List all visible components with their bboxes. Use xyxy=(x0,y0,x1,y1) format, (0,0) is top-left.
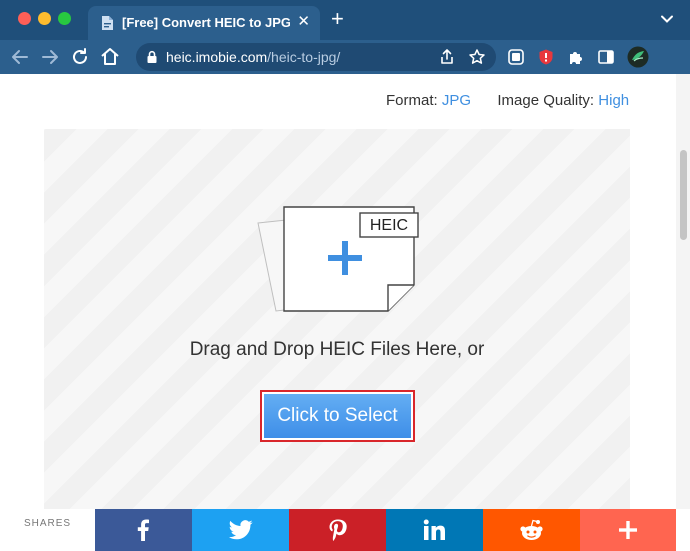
lock-icon[interactable] xyxy=(146,50,158,64)
address-bar[interactable]: heic.imobie.com/heic-to-jpg/ xyxy=(136,43,496,71)
facebook-icon xyxy=(137,519,149,541)
puzzle-extensions-icon[interactable] xyxy=(567,48,585,66)
file-drop-zone[interactable]: HEIC Drag and Drop HEIC Files Here, or C… xyxy=(44,129,630,509)
bookmark-star-icon[interactable] xyxy=(468,48,486,66)
heic-file-upload-icon: HEIC xyxy=(257,206,419,312)
linkedin-icon xyxy=(423,519,445,540)
browser-tab-bar: [Free] Convert HEIC to JPG/PN ✕ + xyxy=(0,0,690,40)
document-favicon-icon xyxy=(102,16,113,30)
browser-tab[interactable]: [Free] Convert HEIC to JPG/PN ✕ xyxy=(88,6,320,40)
url-path: /heic-to-jpg/ xyxy=(267,49,341,65)
plus-icon xyxy=(619,521,637,539)
page-content: Format: JPG Image Quality: High HEIC Dra… xyxy=(0,74,676,509)
new-tab-button[interactable]: + xyxy=(331,8,344,30)
share-twitter-button[interactable] xyxy=(192,509,289,551)
share-pinterest-button[interactable] xyxy=(289,509,386,551)
share-reddit-button[interactable] xyxy=(483,509,580,551)
pinterest-icon xyxy=(329,519,347,541)
share-page-icon[interactable] xyxy=(438,48,456,66)
image-quality-value-link[interactable]: High xyxy=(598,92,629,109)
shares-label: SHARES xyxy=(23,518,72,529)
side-panel-icon[interactable] xyxy=(597,48,615,66)
click-to-select-button[interactable]: Click to Select xyxy=(260,390,415,442)
url-text[interactable]: heic.imobie.com/heic-to-jpg/ xyxy=(166,49,340,65)
page-scrollbar[interactable] xyxy=(676,74,690,509)
tab-title: [Free] Convert HEIC to JPG/PN xyxy=(122,15,290,30)
extension-shield-icon[interactable] xyxy=(537,48,555,66)
minimize-window-button[interactable] xyxy=(38,12,51,25)
conversion-settings: Format: JPG Image Quality: High xyxy=(386,92,629,109)
scrollbar-thumb[interactable] xyxy=(680,150,687,240)
profile-avatar-icon[interactable] xyxy=(627,46,649,68)
share-linkedin-button[interactable] xyxy=(386,509,483,551)
home-icon[interactable] xyxy=(98,45,122,69)
heic-badge-label: HEIC xyxy=(370,217,408,234)
chevron-down-icon[interactable] xyxy=(660,12,674,26)
reddit-alien-icon xyxy=(520,519,543,540)
tab-close-button[interactable]: ✕ xyxy=(297,14,310,30)
format-label: Format: xyxy=(386,92,438,109)
social-share-bar: SHARES xyxy=(0,509,690,551)
share-facebook-button[interactable] xyxy=(95,509,192,551)
browser-toolbar: heic.imobie.com/heic-to-jpg/ xyxy=(0,40,690,74)
maximize-window-button[interactable] xyxy=(58,12,71,25)
url-domain: heic.imobie.com xyxy=(166,49,268,65)
drop-instructions: Drag and Drop HEIC Files Here, or xyxy=(189,339,485,360)
twitter-bird-icon xyxy=(229,520,253,540)
back-arrow-icon[interactable] xyxy=(8,45,32,69)
share-more-button[interactable] xyxy=(580,509,676,551)
format-value-link[interactable]: JPG xyxy=(442,92,471,109)
close-window-button[interactable] xyxy=(18,12,31,25)
extension-screen-icon[interactable] xyxy=(507,48,525,66)
click-to-select-label: Click to Select xyxy=(264,394,411,438)
forward-arrow-icon[interactable] xyxy=(38,45,62,69)
reload-icon[interactable] xyxy=(68,45,92,69)
image-quality-label: Image Quality: xyxy=(497,92,595,109)
